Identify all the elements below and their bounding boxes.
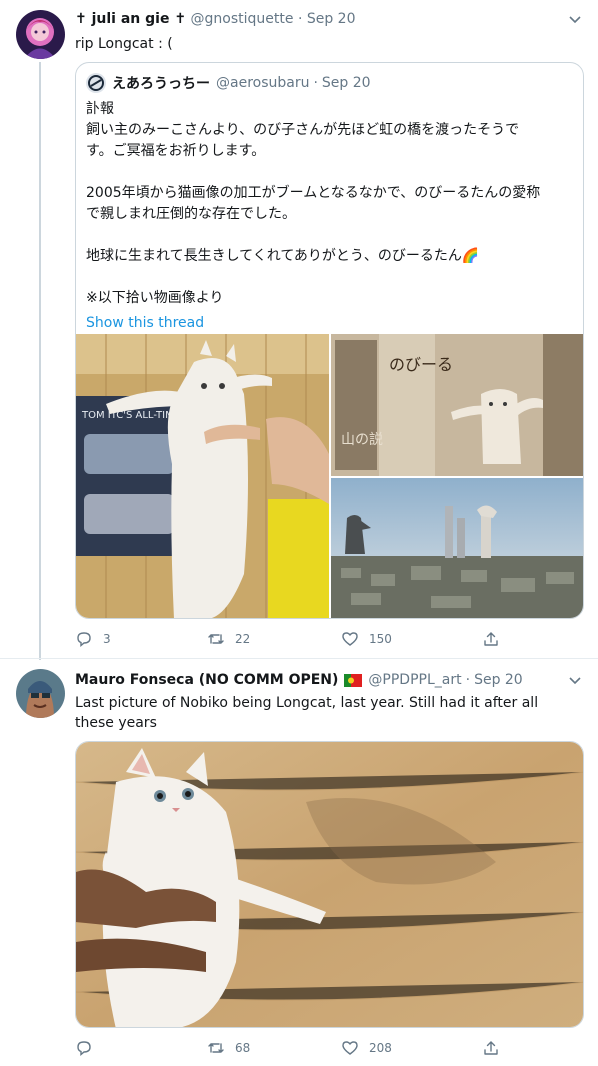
reply-icon bbox=[77, 1041, 91, 1056]
show-thread-link[interactable]: Show this thread bbox=[86, 313, 576, 334]
text-line bbox=[86, 225, 576, 246]
like-icon bbox=[342, 632, 358, 646]
text-line bbox=[86, 267, 576, 288]
text-line: で親しまれ圧倒的な存在でした。 bbox=[86, 206, 296, 222]
retweet-count: 22 bbox=[235, 632, 251, 646]
retweet-icon bbox=[208, 1043, 224, 1053]
tweet-actions: 68 208 bbox=[75, 1039, 498, 1059]
handle: @aerosubaru bbox=[216, 75, 310, 91]
like-icon bbox=[342, 1041, 358, 1055]
handle[interactable]: @PPDPPL_art bbox=[368, 672, 461, 688]
display-name[interactable]: Mauro Fonseca (NO COMM OPEN) bbox=[75, 672, 338, 688]
share-button[interactable] bbox=[482, 630, 500, 648]
text-line: 訃報 bbox=[86, 101, 114, 117]
tweet-text: Last picture of Nobiko being Longcat, la… bbox=[75, 695, 539, 731]
share-button[interactable] bbox=[482, 1039, 500, 1057]
tweet-1[interactable]: ✝ juli an gie ✝ @gnostiquette · Sep 20 r… bbox=[0, 0, 598, 660]
media-image-kaiju-city[interactable] bbox=[331, 478, 583, 618]
handle[interactable]: @gnostiquette bbox=[191, 11, 294, 27]
text-line: 2005年頃から猫画像の加工がブームとなるなかで、のびーるたんの愛称 bbox=[86, 185, 541, 201]
like-count: 150 bbox=[369, 632, 392, 646]
separator-dot: · bbox=[313, 75, 318, 91]
like-button[interactable]: 150 bbox=[341, 630, 392, 648]
display-name: えあろうっちー bbox=[112, 76, 210, 92]
text-line: ※以下拾い物画像より bbox=[86, 290, 224, 306]
share-icon bbox=[484, 1041, 498, 1055]
like-count: 208 bbox=[369, 1041, 392, 1055]
avatar[interactable] bbox=[16, 10, 65, 59]
tweet-header: ✝ juli an gie ✝ @gnostiquette · Sep 20 bbox=[75, 11, 356, 27]
text-line: す。ご冥福をお祈りします。 bbox=[86, 143, 266, 159]
retweet-icon bbox=[208, 634, 224, 644]
poster-text: 山の説 bbox=[341, 432, 383, 448]
tweet-actions: 3 22 150 bbox=[75, 630, 498, 650]
share-icon bbox=[484, 632, 498, 646]
retweet-button[interactable]: 68 bbox=[207, 1039, 250, 1057]
like-button[interactable]: 208 bbox=[341, 1039, 392, 1057]
poster-text: のびーる bbox=[389, 355, 453, 374]
portugal-flag-icon bbox=[344, 673, 363, 687]
chevron-down-icon[interactable] bbox=[568, 673, 582, 687]
separator-dot: · bbox=[297, 11, 303, 27]
quoted-tweet-header: えあろうっちー @aerosubaru · Sep 20 bbox=[86, 73, 371, 93]
tweet-header: Mauro Fonseca (NO COMM OPEN) @PPDPPL_art… bbox=[75, 672, 523, 688]
quoted-tweet-text: 訃報 飼い主のみーこさんより、のび子さんが先ほど虹の橋を渡ったそうで す。ご冥福… bbox=[86, 99, 576, 334]
avatar[interactable] bbox=[16, 669, 65, 718]
retweet-button[interactable]: 22 bbox=[207, 630, 250, 648]
retweet-count: 68 bbox=[235, 1041, 251, 1055]
reply-count: 3 bbox=[103, 632, 111, 646]
media-image-poster-collage[interactable]: のびーる 山の説 bbox=[331, 334, 583, 476]
timestamp: Sep 20 bbox=[321, 75, 371, 91]
text-line: 飼い主のみーこさんより、のび子さんが先ほど虹の橋を渡ったそうで bbox=[86, 122, 520, 138]
tweet-text: rip Longcat : ( bbox=[75, 36, 173, 52]
text-line: 地球に生まれて長生きしてくれてありがとう、のびーるたん🌈 bbox=[86, 248, 480, 264]
media-image-longcat-held-2[interactable] bbox=[75, 741, 584, 1028]
reply-button[interactable] bbox=[75, 1039, 103, 1057]
svg-text:TOM ITC'S ALL-TIME: TOM ITC'S ALL-TIME bbox=[81, 410, 180, 421]
reply-icon bbox=[77, 632, 91, 647]
chevron-down-icon[interactable] bbox=[568, 12, 582, 26]
media-image-longcat-held[interactable]: TOM ITC'S ALL-TIME bbox=[76, 334, 329, 618]
reply-button[interactable]: 3 bbox=[75, 630, 111, 648]
quoted-tweet[interactable]: えあろうっちー @aerosubaru · Sep 20 訃報 飼い主のみーこさ… bbox=[75, 62, 584, 619]
avatar bbox=[86, 73, 106, 93]
timestamp[interactable]: Sep 20 bbox=[474, 672, 523, 688]
separator-dot: · bbox=[465, 672, 471, 688]
tweet-2[interactable]: Mauro Fonseca (NO COMM OPEN) @PPDPPL_art… bbox=[0, 659, 598, 1066]
display-name[interactable]: ✝ juli an gie ✝ bbox=[75, 11, 186, 27]
thread-line bbox=[39, 62, 41, 660]
timestamp[interactable]: Sep 20 bbox=[307, 11, 356, 27]
text-line bbox=[86, 162, 576, 183]
